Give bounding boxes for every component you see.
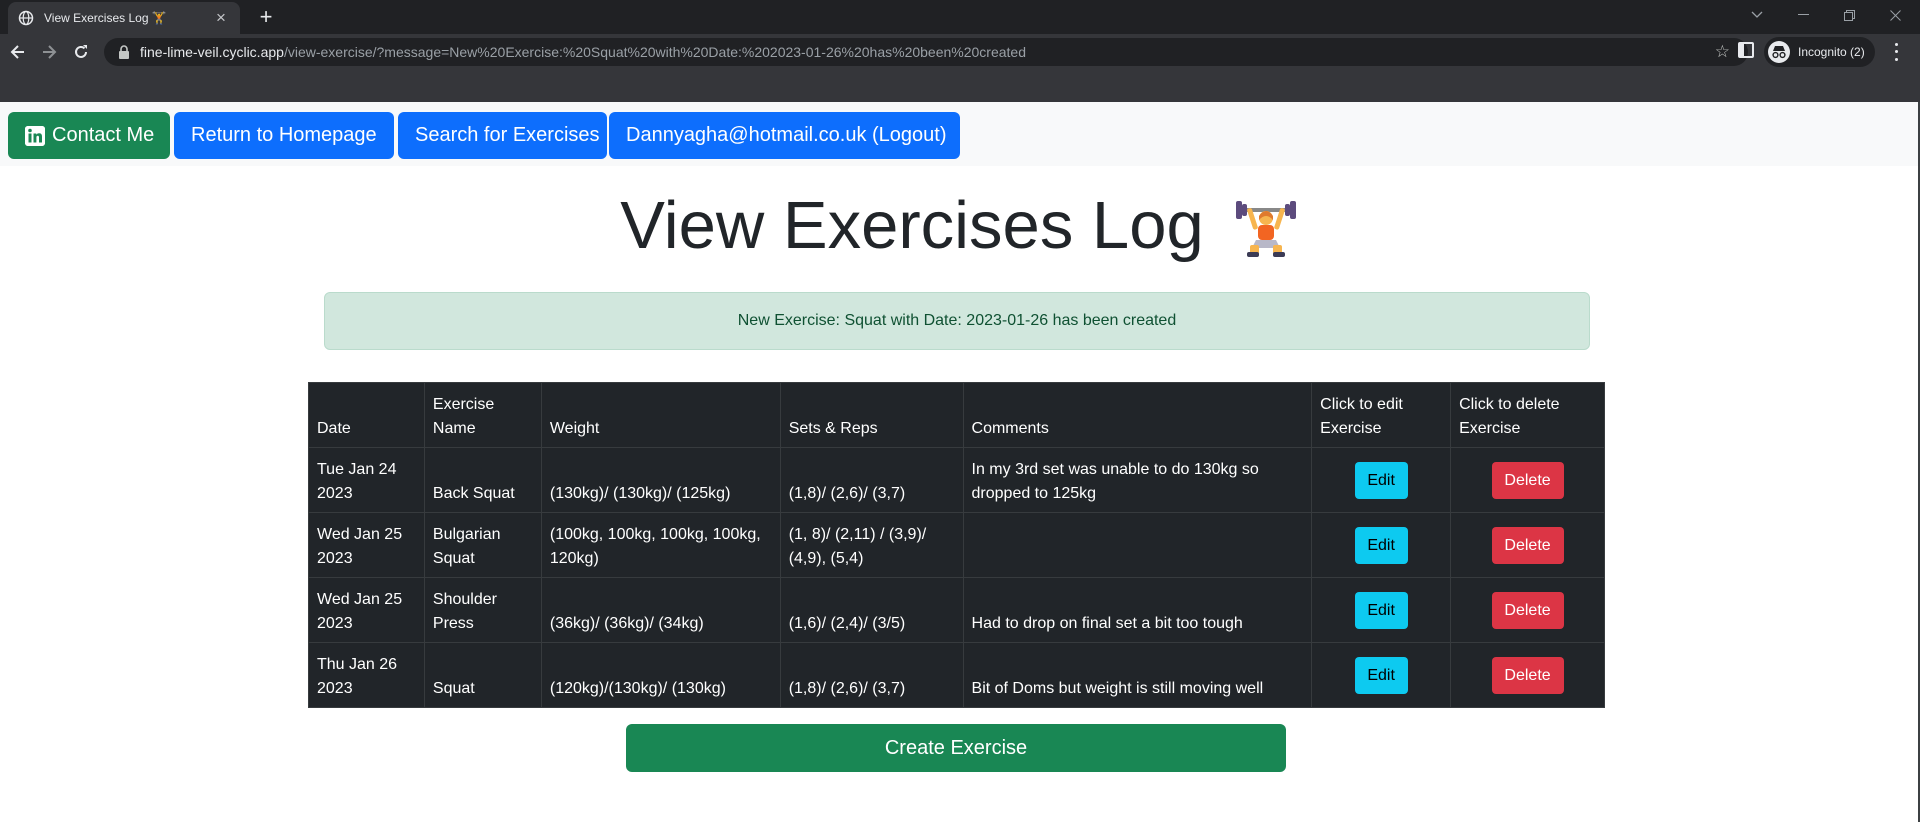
table-header-row: Date Exercise Name Weight Sets & Reps Co…: [308, 382, 1605, 448]
tab-title: View Exercises Log 🏋️: [44, 11, 167, 25]
cell-weight: (130kg)/ (130kg)/ (125kg): [540, 447, 781, 513]
cell-comments: [962, 512, 1313, 578]
search-exercises-button[interactable]: Search for Exercises: [398, 112, 607, 159]
cell-delete: Delete: [1450, 642, 1605, 708]
cell-delete: Delete: [1450, 512, 1605, 578]
cell-edit: Edit: [1311, 512, 1452, 578]
profile-label: Incognito (2): [1798, 45, 1865, 59]
bookmark-star-icon[interactable]: ☆: [1715, 43, 1730, 61]
cell-sets-reps: (1,8)/ (2,6)/ (3,7): [779, 447, 964, 513]
address-bar[interactable]: fine-lime-veil.cyclic.app/view-exercise/…: [104, 38, 1748, 66]
bookmarks-bar: [0, 70, 1920, 102]
url-host: fine-lime-veil.cyclic.app: [140, 44, 284, 60]
kebab-menu-icon[interactable]: [1890, 41, 1902, 63]
table-row: Wed Jan 25 2023 Shoulder Press (36kg)/ (…: [308, 577, 1605, 643]
lock-icon[interactable]: [118, 45, 130, 59]
incognito-icon: [1768, 41, 1790, 63]
delete-button[interactable]: Delete: [1491, 461, 1564, 499]
cell-comments: Bit of Doms but weight is still moving w…: [962, 642, 1313, 708]
plus-icon[interactable]: +: [253, 4, 279, 30]
contact-me-button[interactable]: Contact Me: [8, 112, 170, 159]
create-exercise-label: Create Exercise: [884, 736, 1028, 759]
cell-exercise-name: Shoulder Press: [423, 577, 542, 643]
contact-me-label: Contact Me: [52, 124, 155, 146]
page-title: View Exercises Log: [0, 186, 1918, 266]
edit-button[interactable]: Edit: [1354, 656, 1408, 694]
header-exercise-name: Exercise Name: [423, 382, 542, 448]
header-delete: Click to delete Exercise: [1450, 382, 1605, 448]
header-date: Date: [308, 382, 425, 448]
side-panel-icon[interactable]: [1738, 42, 1754, 58]
cell-exercise-name: Squat: [423, 642, 542, 708]
logout-button[interactable]: Dannyagha@hotmail.co.uk (Logout): [609, 112, 960, 159]
cell-exercise-name: Bulgarian Squat: [423, 512, 542, 578]
exercises-table: Date Exercise Name Weight Sets & Reps Co…: [308, 382, 1605, 708]
cell-weight: (120kg)/(130kg)/ (130kg): [540, 642, 781, 708]
delete-button[interactable]: Delete: [1491, 526, 1564, 564]
cell-sets-reps: (1, 8)/ (2,11) / (3,9)/ (4,9), (5,4): [779, 512, 964, 578]
edit-button[interactable]: Edit: [1354, 526, 1408, 564]
edit-button[interactable]: Edit: [1354, 591, 1408, 629]
chevron-down-icon[interactable]: [1734, 0, 1780, 30]
alert-message: New Exercise: Squat with Date: 2023-01-2…: [737, 312, 1177, 329]
cell-date: Tue Jan 24 2023: [308, 447, 425, 513]
reload-icon[interactable]: [68, 39, 94, 65]
restore-icon[interactable]: [1826, 0, 1872, 30]
create-exercise-button[interactable]: Create Exercise: [626, 724, 1286, 772]
cell-sets-reps: (1,6)/ (2,4)/ (3/5): [779, 577, 964, 643]
delete-button[interactable]: Delete: [1491, 591, 1564, 629]
header-edit: Click to edit Exercise: [1311, 382, 1452, 448]
url-text[interactable]: fine-lime-veil.cyclic.app/view-exercise/…: [140, 44, 1748, 60]
header-sets-reps: Sets & Reps: [779, 382, 964, 448]
back-arrow-icon[interactable]: [5, 39, 31, 65]
close-icon[interactable]: ×: [212, 9, 230, 27]
cell-date: Thu Jan 26 2023: [308, 642, 425, 708]
globe-icon: [18, 10, 34, 26]
url-path: /view-exercise/?message=New%20Exercise:%…: [283, 44, 1026, 60]
page-title-text: View Exercises Log: [620, 188, 1204, 263]
delete-button[interactable]: Delete: [1491, 656, 1564, 694]
cell-exercise-name: Back Squat: [423, 447, 542, 513]
table-row: Wed Jan 25 2023 Bulgarian Squat (100kg, …: [308, 512, 1605, 578]
cell-sets-reps: (1,8)/ (2,6)/ (3,7): [779, 642, 964, 708]
search-exercises-label: Search for Exercises: [415, 124, 600, 146]
cell-comments: Had to drop on final set a bit too tough: [962, 577, 1313, 643]
weightlifter-icon: [1234, 194, 1298, 258]
forward-arrow-icon[interactable]: [36, 39, 62, 65]
cell-delete: Delete: [1450, 447, 1605, 513]
cell-weight: (36kg)/ (36kg)/ (34kg): [540, 577, 781, 643]
browser-tabstrip: View Exercises Log 🏋️ × +: [0, 0, 1920, 34]
logout-label: Dannyagha@hotmail.co.uk (Logout): [626, 124, 947, 146]
cell-edit: Edit: [1311, 642, 1452, 708]
cell-weight: (100kg, 100kg, 100kg, 100kg, 120kg): [540, 512, 781, 578]
browser-toolbar: fine-lime-veil.cyclic.app/view-exercise/…: [0, 34, 1920, 70]
return-home-button[interactable]: Return to Homepage: [174, 112, 394, 159]
browser-tab[interactable]: View Exercises Log 🏋️ ×: [8, 2, 240, 34]
edit-button[interactable]: Edit: [1354, 461, 1408, 499]
cell-comments: In my 3rd set was unable to do 130kg so …: [962, 447, 1313, 513]
cell-edit: Edit: [1311, 447, 1452, 513]
minimize-icon[interactable]: [1780, 0, 1826, 30]
cell-date: Wed Jan 25 2023: [308, 577, 425, 643]
table-row: Thu Jan 26 2023 Squat (120kg)/(130kg)/ (…: [308, 642, 1605, 708]
success-alert: New Exercise: Squat with Date: 2023-01-2…: [324, 292, 1590, 350]
site-navbar: Contact Me Return to Homepage Search for…: [0, 102, 1918, 166]
table-row: Tue Jan 24 2023 Back Squat (130kg)/ (130…: [308, 447, 1605, 513]
cell-date: Wed Jan 25 2023: [308, 512, 425, 578]
return-home-label: Return to Homepage: [191, 124, 377, 146]
cell-delete: Delete: [1450, 577, 1605, 643]
header-weight: Weight: [540, 382, 781, 448]
window-close-icon[interactable]: [1872, 0, 1918, 30]
header-comments: Comments: [962, 382, 1313, 448]
cell-edit: Edit: [1311, 577, 1452, 643]
linkedin-icon: [25, 125, 45, 146]
incognito-profile-button[interactable]: Incognito (2): [1764, 37, 1875, 67]
